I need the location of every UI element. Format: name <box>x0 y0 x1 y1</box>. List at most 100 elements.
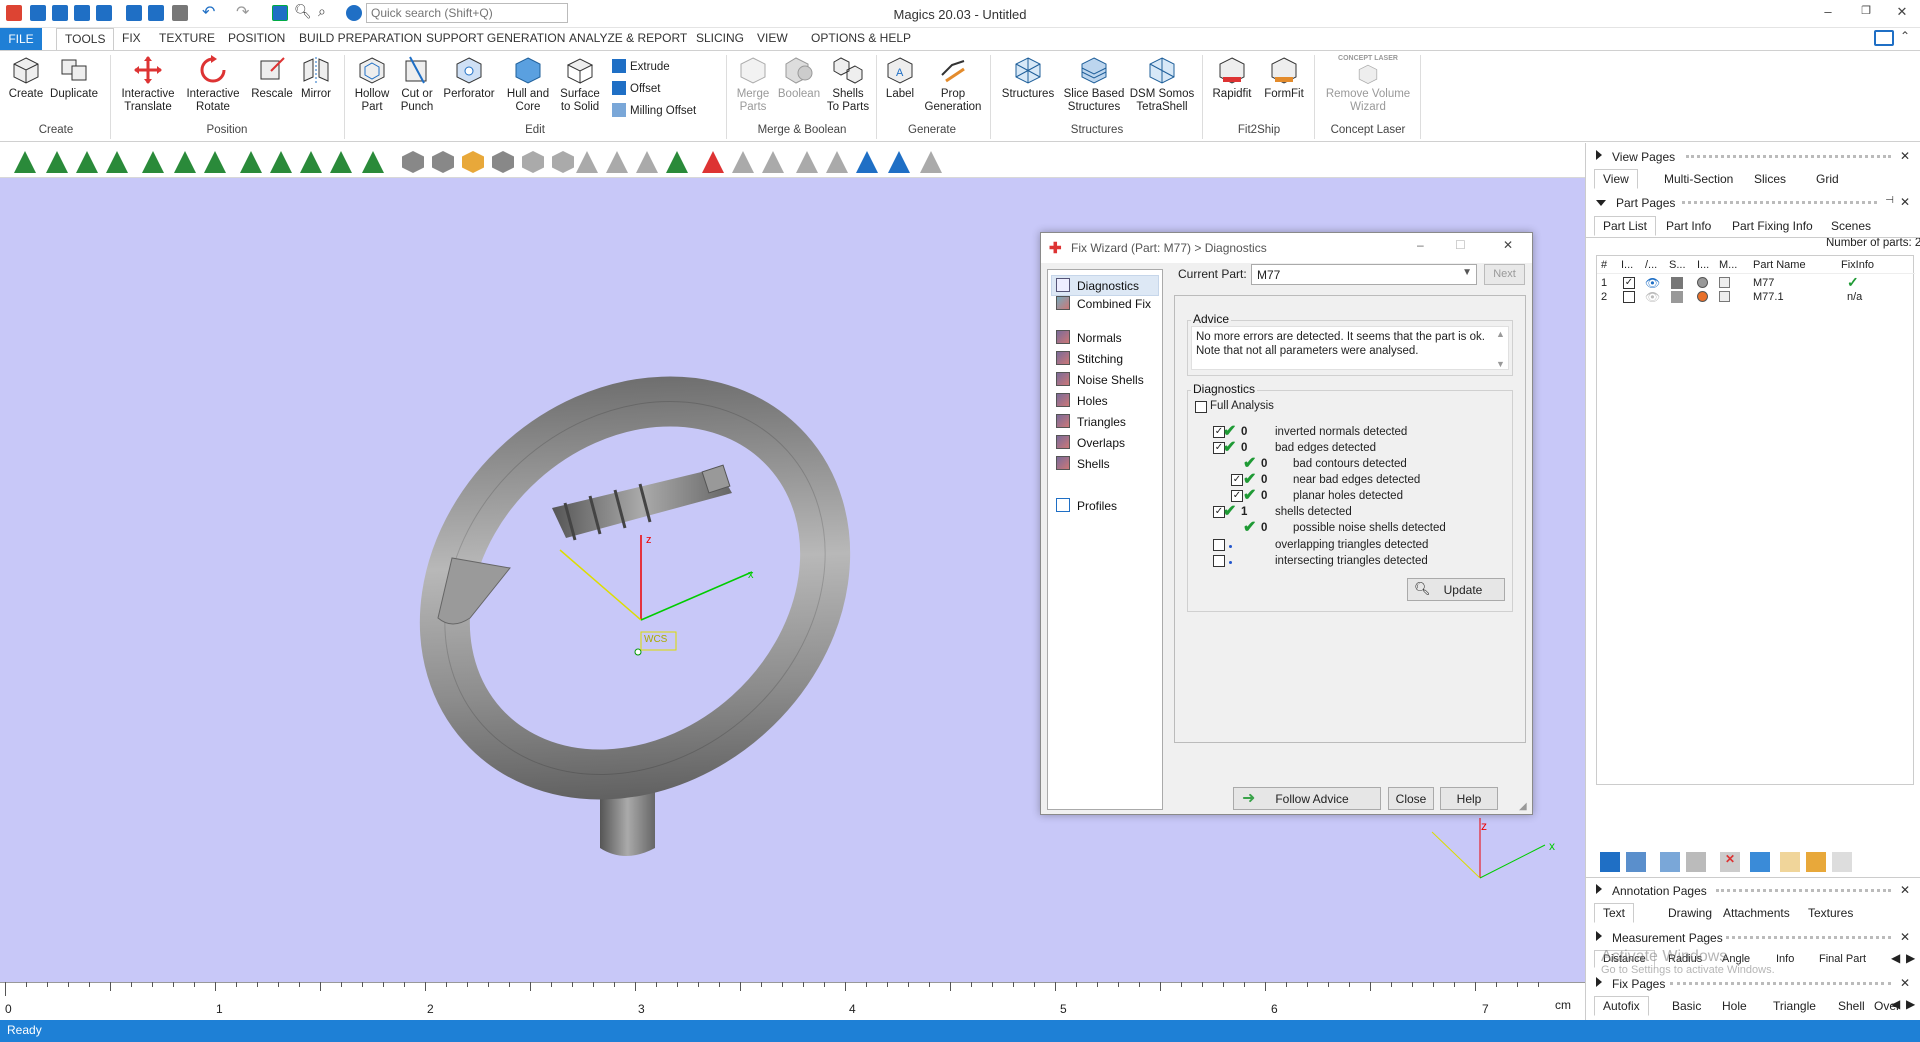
boolean-button[interactable]: Boolean <box>776 55 822 101</box>
surface-to-solid-button[interactable]: Surface to Solid <box>558 55 602 114</box>
select-box-icon[interactable] <box>240 151 262 173</box>
current-part-select[interactable]: M77 ▼ <box>1251 264 1477 285</box>
redo-icon[interactable]: ↷ <box>236 2 252 21</box>
create-button[interactable]: Create <box>6 55 46 101</box>
unload-part-icon[interactable] <box>1660 852 1680 872</box>
table-row[interactable]: 2 👁︎ M77.1 n/a <box>1597 290 1915 304</box>
tab-autofix[interactable]: Autofix <box>1594 996 1649 1016</box>
unmark-all-icon[interactable] <box>702 151 724 173</box>
close-icon[interactable]: ✕ <box>1892 4 1912 22</box>
tab-slices[interactable]: Slices <box>1754 172 1786 186</box>
nav-diagnostics[interactable]: Diagnostics <box>1051 275 1159 296</box>
next-button[interactable]: Next <box>1484 264 1525 285</box>
part-visible-checkbox[interactable] <box>1623 291 1635 303</box>
table-row[interactable]: 1 ✓ 👁︎ M77 ✓ <box>1597 274 1915 290</box>
load-part-icon[interactable] <box>1600 852 1620 872</box>
zoom-icon[interactable]: 🔍︎ <box>294 3 312 19</box>
unload-all-icon[interactable] <box>1686 852 1706 872</box>
resize-grip-icon[interactable]: ◢ <box>1519 801 1527 812</box>
label-part-icon[interactable] <box>1780 852 1800 872</box>
nav-noise-shells[interactable]: Noise Shells <box>1056 372 1144 387</box>
select-wall-icon[interactable] <box>362 151 384 173</box>
save-part-icon[interactable] <box>1626 852 1646 872</box>
save-icon[interactable] <box>74 5 90 21</box>
material-icon[interactable] <box>1719 291 1730 302</box>
nav-overlaps[interactable]: Overlaps <box>1056 435 1125 450</box>
fix-tab-scroll-left-icon[interactable]: ◀ <box>1891 997 1900 1011</box>
tab-view[interactable]: VIEW <box>757 31 788 45</box>
tab-part-fixing-info[interactable]: Part Fixing Info <box>1732 219 1813 233</box>
rescale-button[interactable]: Rescale <box>250 55 294 101</box>
mark-shell-icon[interactable] <box>666 151 688 173</box>
offset-button[interactable]: Offset <box>612 81 660 95</box>
restore-icon[interactable]: ❐ <box>1856 4 1876 22</box>
minimize-icon[interactable]: – <box>1818 4 1838 22</box>
mark-triangle-icon[interactable] <box>576 151 598 173</box>
tab-analyze-report[interactable]: ANALYZE & REPORT <box>569 31 687 45</box>
select-plane-icon[interactable] <box>46 151 68 173</box>
annotation-pages-close-icon[interactable]: ✕ <box>1900 883 1910 897</box>
view-pages-close-icon[interactable]: ✕ <box>1900 149 1910 163</box>
measurement-pages-header[interactable]: Measurement Pages <box>1596 931 1723 945</box>
material-icon[interactable] <box>1719 277 1730 288</box>
tab-text[interactable]: Text <box>1594 903 1635 923</box>
mark-plane-icon[interactable] <box>606 151 628 173</box>
tab-basic[interactable]: Basic <box>1672 999 1701 1013</box>
duplicate-button[interactable]: Duplicate <box>49 55 99 101</box>
expand-marking-icon[interactable] <box>762 151 784 173</box>
nav-shells[interactable]: Shells <box>1056 456 1110 471</box>
view-front-icon[interactable] <box>402 151 424 173</box>
select-shell-icon[interactable] <box>106 151 128 173</box>
clear-marking-icon[interactable] <box>920 151 942 173</box>
tab-slicing[interactable]: SLICING <box>696 31 744 45</box>
tab-part-list[interactable]: Part List <box>1594 216 1657 236</box>
mark-area-icon[interactable] <box>856 151 878 173</box>
tab-shell[interactable]: Shell <box>1838 999 1865 1013</box>
diagnostic-checkbox[interactable]: ✓ <box>1231 490 1243 502</box>
view-back-icon[interactable] <box>432 151 454 173</box>
zoom-region-icon[interactable]: ⌕ <box>318 3 334 19</box>
mark-all-icon[interactable] <box>888 151 910 173</box>
dialog-maximize-icon[interactable]: ☐ <box>1455 238 1466 252</box>
extrude-button[interactable]: Extrude <box>612 59 670 73</box>
rapidfit-button[interactable]: Rapidfit <box>1208 55 1256 101</box>
tab-fix[interactable]: FIX <box>122 31 141 45</box>
eye-hidden-icon[interactable]: 👁︎ <box>1645 290 1660 304</box>
fix-pages-header[interactable]: Fix Pages <box>1596 977 1665 991</box>
tab-part-info[interactable]: Part Info <box>1666 219 1711 233</box>
slice-based-structures-button[interactable]: Slice Based Structures <box>1062 55 1126 114</box>
select-curve-icon[interactable] <box>204 151 226 173</box>
nav-profiles[interactable]: Profiles <box>1056 498 1117 513</box>
mark-contour-icon[interactable] <box>826 151 848 173</box>
shading-icon[interactable] <box>1671 291 1683 303</box>
part-color-swatch[interactable] <box>1697 277 1708 288</box>
cut-or-punch-button[interactable]: Cut or Punch <box>396 55 438 114</box>
dsm-somos-tetrashell-button[interactable]: DSM Somos TetraShell <box>1128 55 1196 114</box>
fix-tab-scroll-right-icon[interactable]: ▶ <box>1906 997 1915 1011</box>
annotation-pages-header[interactable]: Annotation Pages <box>1596 884 1707 898</box>
tab-grid[interactable]: Grid <box>1816 172 1839 186</box>
new-file-icon[interactable] <box>30 5 46 21</box>
tab-scroll-right-icon[interactable]: ▶ <box>1906 951 1915 965</box>
label-button[interactable]: A Label <box>880 55 920 101</box>
perforator-button[interactable]: Perforator <box>442 55 496 101</box>
merge-parts-button[interactable]: Merge Parts <box>732 55 774 114</box>
dialog-minimize-icon[interactable]: – <box>1417 238 1424 252</box>
select-icon[interactable] <box>272 5 288 21</box>
fix-part-icon[interactable] <box>1806 852 1826 872</box>
nav-combined-fix[interactable]: Combined Fix <box>1056 296 1151 311</box>
diagnostic-checkbox[interactable] <box>1213 555 1225 567</box>
shells-to-parts-button[interactable]: Shells To Parts <box>826 55 870 114</box>
advice-scroll-down-icon[interactable]: ▼ <box>1496 359 1505 369</box>
tab-support-generation[interactable]: SUPPORT GENERATION <box>426 31 565 45</box>
tab-view-pages-view[interactable]: View <box>1594 169 1638 189</box>
nav-stitching[interactable]: Stitching <box>1056 351 1123 366</box>
delete-part-icon[interactable]: ✕ <box>1720 852 1740 872</box>
duplicate-part-icon[interactable] <box>1832 852 1852 872</box>
view-bottom-icon[interactable] <box>492 151 514 173</box>
part-pages-header[interactable]: Part Pages <box>1596 196 1675 210</box>
select-freeform-icon[interactable] <box>330 151 352 173</box>
tab-attachments[interactable]: Attachments <box>1723 906 1790 920</box>
nav-normals[interactable]: Normals <box>1056 330 1122 345</box>
dialog-close-icon[interactable]: ✕ <box>1503 238 1513 252</box>
